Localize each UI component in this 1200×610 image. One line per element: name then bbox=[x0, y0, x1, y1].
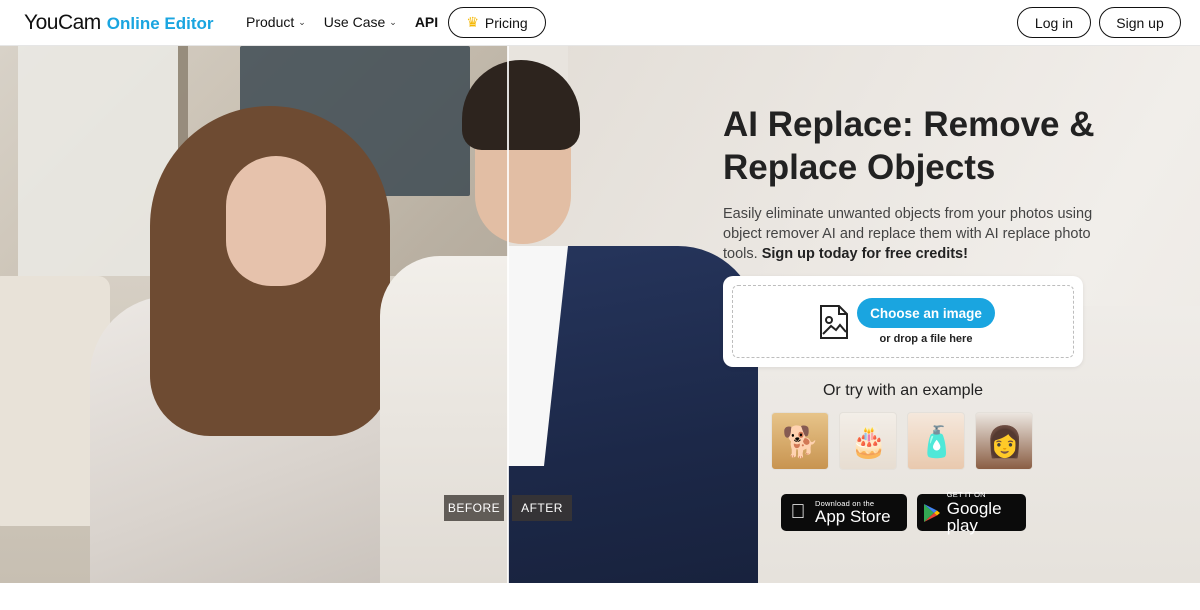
man-jacket-before bbox=[380, 256, 508, 583]
signup-button[interactable]: Sign up bbox=[1099, 7, 1181, 38]
nav-use-case-label: Use Case bbox=[323, 14, 386, 30]
google-play-icon bbox=[923, 503, 940, 522]
chevron-down-icon: ⌄ bbox=[389, 16, 397, 27]
main-nav: Product ⌄ Use Case ⌄ API bbox=[246, 14, 438, 30]
app-store-button[interactable]:  Download on the App Store bbox=[781, 494, 907, 531]
example-cake[interactable]: 🎂 bbox=[839, 412, 897, 470]
google-play-button[interactable]: GET IT ON Google play bbox=[917, 491, 1026, 534]
portrait-icon: 👩 bbox=[986, 425, 1024, 459]
cake-icon: 🎂 bbox=[850, 425, 888, 459]
google-play-small: GET IT ON bbox=[946, 490, 986, 500]
nav-api[interactable]: API bbox=[415, 14, 438, 30]
app-store-small: Download on the bbox=[815, 498, 875, 508]
dog-icon: 🐕 bbox=[782, 425, 820, 459]
crown-icon: ♛ bbox=[466, 14, 479, 30]
example-portrait[interactable]: 👩 bbox=[975, 412, 1033, 470]
image-file-icon bbox=[820, 305, 848, 339]
woman-face bbox=[226, 156, 326, 286]
pricing-label: Pricing bbox=[484, 14, 528, 31]
logo-product: Online Editor bbox=[106, 14, 214, 33]
upload-dropzone-border: Choose an image or drop a file here bbox=[732, 285, 1074, 358]
pricing-button[interactable]: ♛ Pricing bbox=[448, 7, 546, 38]
cosmetics-icon: 🧴 bbox=[918, 425, 956, 459]
nav-product[interactable]: Product ⌄ bbox=[246, 14, 306, 30]
play-icon bbox=[917, 503, 947, 523]
example-cosmetics[interactable]: 🧴 bbox=[907, 412, 965, 470]
example-dog[interactable]: 🐕 bbox=[771, 412, 829, 470]
top-nav-bar: YouCam Online Editor Product ⌄ Use Case … bbox=[0, 0, 1200, 46]
choose-image-button[interactable]: Choose an image bbox=[857, 298, 995, 328]
page-title: AI Replace: Remove & Replace Objects bbox=[723, 105, 1095, 187]
drop-file-text: or drop a file here bbox=[879, 333, 973, 345]
examples-title: Or try with an example bbox=[822, 382, 984, 399]
app-store-big: App Store bbox=[815, 507, 891, 527]
chevron-down-icon: ⌄ bbox=[298, 16, 306, 27]
app-store-text: Download on the App Store bbox=[815, 500, 891, 526]
page-bottom bbox=[0, 583, 1200, 610]
hero-description-cta: Sign up today for free credits! bbox=[761, 246, 968, 262]
logo-brand: YouCam bbox=[24, 11, 101, 34]
google-play-text: GET IT ON Google play bbox=[947, 491, 1026, 534]
logo[interactable]: YouCam Online Editor bbox=[24, 11, 214, 35]
upload-dropzone[interactable]: Choose an image or drop a file here bbox=[723, 276, 1083, 367]
hero-section: BEFORE AFTER AI Replace: Remove & Replac… bbox=[0, 46, 1200, 583]
nav-use-case[interactable]: Use Case ⌄ bbox=[324, 14, 397, 30]
nav-api-label: API bbox=[414, 14, 439, 30]
nav-product-label: Product bbox=[246, 14, 295, 30]
apple-icon:  bbox=[781, 501, 815, 524]
before-label: BEFORE bbox=[444, 495, 504, 521]
example-list: 🐕 🎂 🧴 👩 bbox=[771, 412, 1033, 470]
hero-description: Easily eliminate unwanted objects from y… bbox=[723, 204, 1103, 264]
after-label: AFTER bbox=[512, 495, 572, 521]
login-button[interactable]: Log in bbox=[1017, 7, 1091, 38]
google-play-big: Google play bbox=[946, 498, 1002, 535]
before-after-slider[interactable] bbox=[507, 46, 509, 583]
